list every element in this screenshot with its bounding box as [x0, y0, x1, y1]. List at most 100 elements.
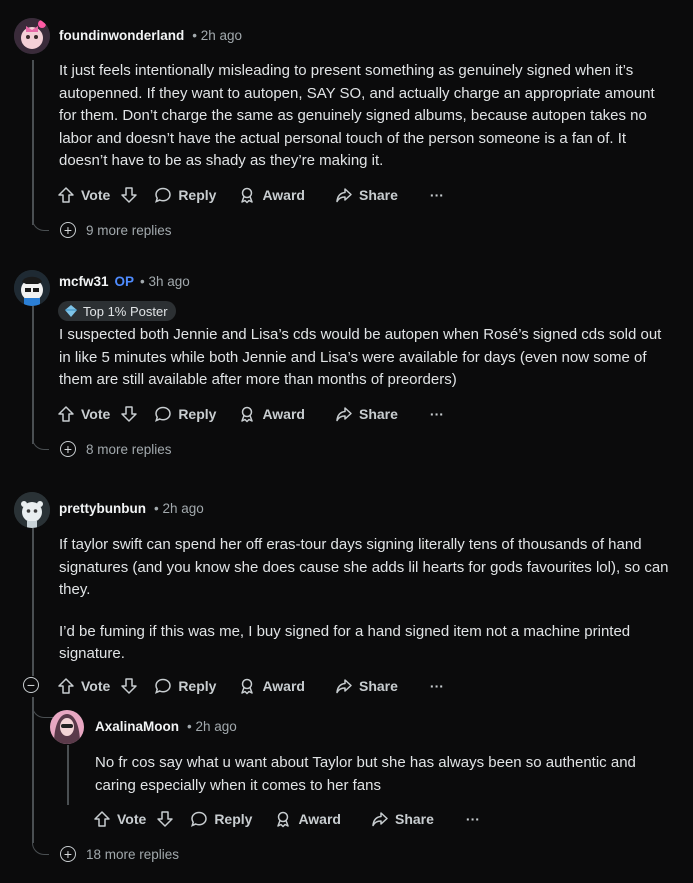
thread-curve: [32, 212, 49, 231]
op-tag: OP: [114, 274, 135, 289]
comment-body: If taylor swift can spend her off eras-t…: [59, 534, 671, 666]
award-label: Award: [262, 406, 305, 422]
timestamp: • 2h ago: [187, 719, 237, 734]
upvote-icon: [58, 678, 74, 694]
overflow-icon: ···: [465, 811, 480, 827]
award-label: Award: [262, 678, 305, 694]
thread-line: [32, 60, 34, 225]
reply-button[interactable]: Reply: [154, 186, 216, 204]
upvote-icon: [94, 811, 110, 827]
comment-actions: Vote Reply Award Share ···: [57, 674, 444, 698]
plus-circle-icon: +: [60, 222, 76, 238]
upvote-button[interactable]: Vote: [57, 186, 138, 204]
share-label: Share: [358, 187, 398, 203]
upvote-icon: [58, 406, 74, 422]
share-icon: [336, 188, 352, 203]
more-replies-button[interactable]: + 9 more replies: [60, 222, 172, 238]
thread-line: [32, 528, 34, 676]
thread-line: [32, 304, 34, 444]
diamond-icon: [65, 305, 77, 317]
downvote-icon[interactable]: [156, 810, 174, 828]
reply-label: Reply: [178, 187, 217, 203]
thread-curve: [32, 431, 49, 450]
award-button[interactable]: Award: [238, 677, 305, 695]
avatar[interactable]: [14, 492, 50, 528]
avatar[interactable]: [14, 270, 50, 306]
thread-line: [67, 745, 69, 805]
share-icon: [336, 679, 352, 694]
username[interactable]: AxalinaMoon: [95, 719, 179, 734]
collapse-thread-button[interactable]: −: [23, 677, 39, 693]
comment-body: I suspected both Jennie and Lisa’s cds w…: [59, 324, 664, 392]
more-replies-label: 8 more replies: [86, 441, 172, 457]
minus-circle-icon: −: [23, 677, 39, 693]
vote-label: Vote: [81, 406, 111, 422]
reply-icon: [155, 406, 172, 422]
reply-label: Reply: [178, 406, 217, 422]
downvote-icon[interactable]: [120, 677, 138, 695]
share-button[interactable]: Share: [335, 405, 398, 423]
award-button[interactable]: Award: [238, 186, 305, 204]
reply-button[interactable]: Reply: [154, 405, 216, 423]
comment-paragraph: I suspected both Jennie and Lisa’s cds w…: [59, 326, 662, 388]
thread-curve: [32, 697, 53, 718]
more-replies-label: 9 more replies: [86, 222, 172, 238]
reply-icon: [155, 187, 172, 203]
vote-label: Vote: [117, 811, 147, 827]
vote-label: Vote: [81, 678, 111, 694]
award-icon: [241, 406, 254, 423]
share-icon: [336, 407, 352, 422]
award-icon: [277, 811, 290, 828]
comment-body: No fr cos say what u want about Taylor b…: [95, 752, 670, 797]
award-icon: [241, 187, 254, 204]
award-button[interactable]: Award: [238, 405, 305, 423]
overflow-icon: ···: [429, 678, 444, 694]
overflow-menu-button[interactable]: ···: [430, 187, 444, 203]
avatar[interactable]: [14, 18, 50, 54]
award-button[interactable]: Award: [274, 810, 341, 828]
overflow-menu-button[interactable]: ···: [430, 406, 444, 422]
plus-circle-icon: +: [60, 441, 76, 457]
overflow-icon: ···: [429, 406, 444, 422]
avatar[interactable]: [50, 710, 84, 744]
comment-paragraph: It just feels intentionally misleading t…: [59, 62, 655, 169]
comment-paragraph: If taylor swift can spend her off eras-t…: [59, 536, 669, 598]
more-replies-button[interactable]: + 18 more replies: [60, 846, 179, 862]
comment-body: It just feels intentionally misleading t…: [59, 60, 664, 173]
award-label: Award: [298, 811, 341, 827]
plus-circle-icon: +: [60, 846, 76, 862]
share-button[interactable]: Share: [335, 186, 398, 204]
overflow-menu-button[interactable]: ···: [466, 811, 480, 827]
upvote-button[interactable]: Vote: [93, 810, 174, 828]
more-replies-label: 18 more replies: [86, 846, 180, 862]
upvote-button[interactable]: Vote: [57, 677, 138, 695]
thread-line: [32, 697, 34, 843]
share-label: Share: [394, 811, 434, 827]
username[interactable]: mcfw31: [59, 274, 109, 289]
comment-paragraph: I’d be fuming if this was me, I buy sign…: [59, 622, 631, 663]
downvote-icon[interactable]: [120, 405, 138, 423]
share-button[interactable]: Share: [335, 677, 398, 695]
flair-label: Top 1% Poster: [83, 303, 168, 319]
reply-label: Reply: [214, 811, 253, 827]
downvote-icon[interactable]: [120, 186, 138, 204]
award-label: Award: [262, 187, 305, 203]
comment-actions: Vote Reply Award Share ···: [57, 402, 444, 426]
overflow-menu-button[interactable]: ···: [430, 678, 444, 694]
share-button[interactable]: Share: [371, 810, 434, 828]
reply-button[interactable]: Reply: [154, 677, 216, 695]
timestamp: • 3h ago: [140, 274, 190, 289]
username[interactable]: prettybunbun: [59, 501, 146, 516]
reply-icon: [155, 678, 172, 694]
flair-badge: Top 1% Poster: [58, 301, 176, 321]
share-label: Share: [358, 406, 398, 422]
share-icon: [372, 812, 388, 827]
upvote-button[interactable]: Vote: [57, 405, 138, 423]
username[interactable]: foundinwonderland: [59, 28, 184, 43]
overflow-icon: ···: [429, 187, 444, 203]
more-replies-button[interactable]: + 8 more replies: [60, 441, 172, 457]
comment-paragraph: No fr cos say what u want about Taylor b…: [95, 754, 636, 794]
reply-button[interactable]: Reply: [190, 810, 252, 828]
comment-actions: Vote Reply Award Share ···: [93, 807, 480, 831]
timestamp: • 2h ago: [154, 501, 204, 516]
